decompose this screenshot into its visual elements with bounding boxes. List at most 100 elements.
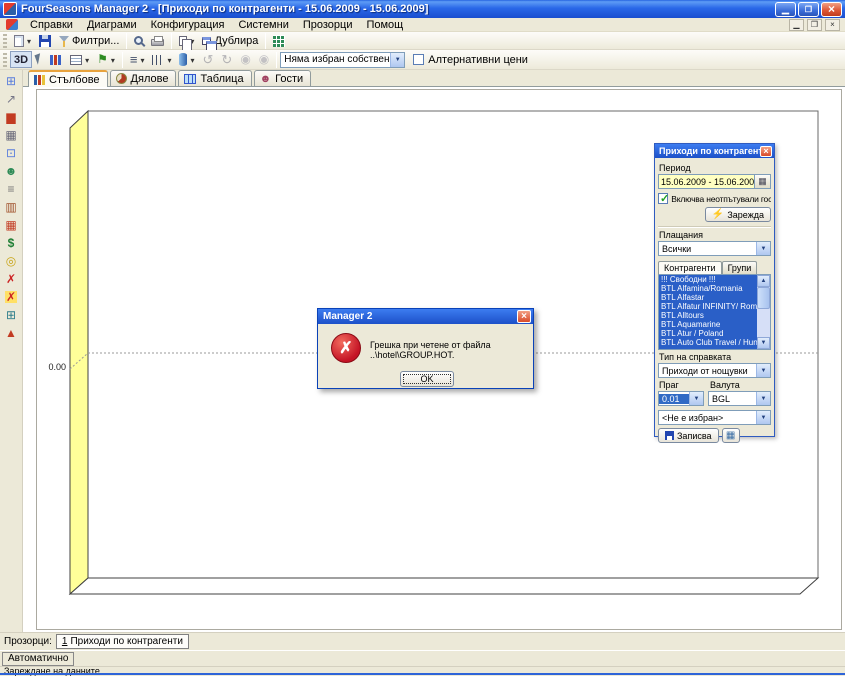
chart-report-button[interactable]: ▆ (2, 108, 21, 126)
marks-button[interactable] (93, 51, 119, 68)
scroll-thumb[interactable] (757, 287, 770, 309)
vertical-grid-button[interactable] (148, 51, 175, 68)
rooming-list-button[interactable]: ⊞ (2, 306, 21, 324)
restore-button[interactable] (798, 2, 819, 17)
calendar-picker-icon[interactable] (755, 174, 771, 189)
checkbox-unchecked-icon[interactable] (413, 54, 424, 65)
dialog-title-bar[interactable]: Manager 2 × (318, 309, 533, 324)
documents-button[interactable]: ≡ (2, 180, 21, 198)
chevron-down-icon[interactable] (689, 392, 703, 405)
print-preview-button[interactable] (130, 32, 147, 49)
print-button[interactable] (147, 32, 168, 49)
table-view-button[interactable] (722, 428, 740, 443)
alt-prices-checkbox[interactable]: Алтернативни цени (413, 54, 528, 66)
tab-groups[interactable]: Групи (722, 261, 758, 274)
list-item-partial[interactable] (659, 347, 757, 350)
chevron-down-icon[interactable] (756, 411, 770, 424)
horizontal-grid-button[interactable] (126, 51, 149, 68)
list-item[interactable]: !!! Свободни !!! (659, 275, 757, 284)
mdi-close-button[interactable]: × (825, 19, 840, 31)
legend-button[interactable] (66, 51, 93, 68)
flag-icon (97, 53, 108, 66)
list-item[interactable]: BTL Atur / Poland (659, 329, 757, 338)
ok-button[interactable]: OK (400, 371, 454, 387)
currency-button[interactable]: ◎ (2, 252, 21, 270)
list-item[interactable]: BTL Alfatur INFINITY/ Romani (659, 302, 757, 311)
rotate-chart-button[interactable] (32, 51, 46, 68)
list-item[interactable]: BTL Alltours (659, 311, 757, 320)
list-scrollbar[interactable]: ▲ ▼ (757, 275, 770, 349)
list-item[interactable]: BTL Alfastar (659, 293, 757, 302)
menu-bar: Справки Диаграми Конфигурация Системни П… (0, 18, 845, 32)
scroll-down-icon[interactable]: ▼ (757, 337, 770, 349)
new-button[interactable] (10, 32, 35, 49)
cascade-windows-button[interactable]: ⊞ (2, 72, 21, 90)
filters-button[interactable]: Филтри... (55, 32, 123, 49)
save-report-button[interactable]: Записва (658, 428, 719, 443)
calendar-button[interactable]: ▦ (2, 126, 21, 144)
tab-contractors[interactable]: Контрагенти (658, 261, 722, 274)
panel-title-bar[interactable]: Приходи по контрагенти × (655, 144, 774, 158)
rotate-right-button[interactable] (217, 51, 236, 68)
chevron-down-icon[interactable] (756, 392, 770, 405)
cancel-guest-button[interactable]: ✗ (2, 270, 21, 288)
minimize-button[interactable] (775, 2, 796, 17)
chevron-down-icon[interactable] (390, 53, 404, 67)
document-icon[interactable] (6, 19, 18, 30)
bar-values-button[interactable] (46, 51, 66, 68)
window-button[interactable]: 1 Приходи по контрагенти (56, 634, 189, 649)
rotate-left-button[interactable] (199, 51, 218, 68)
guests-group-button[interactable]: ☻ (2, 162, 21, 180)
load-button[interactable]: Зарежда (705, 207, 771, 222)
chevron-down-icon[interactable] (756, 364, 770, 377)
menu-configuration[interactable]: Конфигурация (144, 18, 232, 32)
tab-table[interactable]: Таблица (178, 70, 251, 86)
menu-diagrams[interactable]: Диаграми (80, 18, 144, 32)
scroll-up-icon[interactable]: ▲ (757, 275, 770, 287)
list-item[interactable]: BTL Aquamarine (659, 320, 757, 329)
tab-shares[interactable]: Дялове (110, 70, 177, 86)
mdi-restore-button[interactable]: ❒ (807, 19, 822, 31)
checkbox-checked-icon[interactable] (658, 193, 668, 204)
cancel-reservation-button[interactable]: ✗ (2, 288, 21, 306)
tab-bars[interactable]: Стълбове (28, 70, 108, 87)
payments-button[interactable]: $ (2, 234, 21, 252)
export-button[interactable]: ↗ (2, 90, 21, 108)
chevron-down-icon[interactable] (756, 242, 770, 255)
period-input[interactable]: 15.06.2009 - 15.06.2009 (658, 174, 755, 189)
menu-windows[interactable]: Прозорци (296, 18, 360, 32)
zoom-in-button[interactable] (255, 51, 273, 68)
copy-button[interactable] (175, 32, 198, 49)
list-item[interactable]: BTL Alfamina/Romania (659, 284, 757, 293)
3d-toggle-button[interactable]: 3D (10, 51, 32, 68)
printer-icon (151, 39, 164, 46)
dialog-close-icon[interactable]: × (517, 310, 531, 323)
list-item[interactable]: BTL Auto Club Travel / Hunga (659, 338, 757, 347)
owner-filter-select[interactable]: <Не е избран> (658, 410, 771, 425)
tab-guests[interactable]: Гости (254, 70, 312, 86)
contractors-listbox[interactable]: !!! Свободни !!! BTL Alfamina/Romania BT… (658, 274, 771, 350)
payments-select[interactable]: Всички (658, 241, 771, 256)
menu-reports[interactable]: Справки (23, 18, 80, 32)
panel-close-icon[interactable]: × (760, 146, 772, 157)
menu-system[interactable]: Системни (231, 18, 295, 32)
currency-select[interactable]: BGL (708, 391, 771, 406)
save-button[interactable] (35, 32, 55, 49)
zoom-out-button[interactable] (236, 51, 254, 68)
menu-help[interactable]: Помощ (359, 18, 410, 32)
report-type-select[interactable]: Приходи от нощувки (658, 363, 771, 378)
alt-prices-label: Алтернативни цени (428, 54, 528, 66)
guest-stats-button[interactable]: ▲ (2, 324, 21, 342)
ledger-button[interactable]: ▥ (2, 198, 21, 216)
close-button[interactable] (821, 2, 842, 17)
owner-select[interactable]: Няма избран собственици (280, 52, 405, 68)
threshold-select[interactable]: 0.01 (658, 391, 704, 406)
duplicate-button[interactable]: Дублира (198, 32, 262, 49)
series-style-button[interactable] (175, 51, 198, 68)
automatic-button[interactable]: Автоматично (2, 652, 74, 666)
copy-window-button[interactable]: ⊡ (2, 144, 21, 162)
room-grid-button[interactable]: ▦ (2, 216, 21, 234)
export-excel-button[interactable] (269, 32, 289, 49)
mdi-minimize-button[interactable]: ▁ (789, 19, 804, 31)
include-guests-checkbox[interactable]: Включва неотпътували гости (658, 193, 771, 204)
